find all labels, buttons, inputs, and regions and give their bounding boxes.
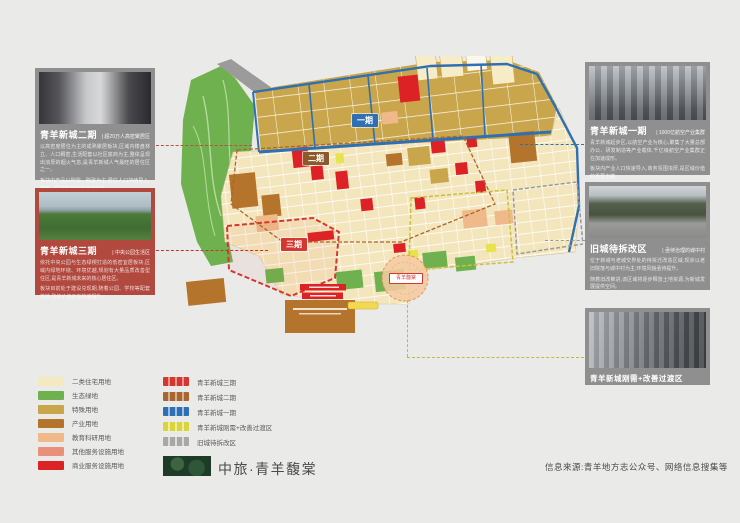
legend-label: 青羊新城刚需+改善过渡区 <box>197 422 272 432</box>
card-phase3-body1: 依托中央公园与生态绿楔打造的低密宜居板块,区域内绿地环绕、环境优越,规划有大量品… <box>40 260 150 283</box>
connector-transition-v <box>407 300 408 357</box>
card-phase3: 青羊新城三期 | 中央公园生活区 依托中央公园与生态绿楔打造的低密宜居板块,区域… <box>35 188 155 295</box>
swatch-green <box>38 391 64 400</box>
phase3-photo <box>39 192 151 240</box>
card-oldtown-body1: 位于新城与老城交界处的待拆迁改造区域,现状以老旧院落与城中村为主,环境风貌亟待提… <box>590 258 705 274</box>
swatch-special <box>38 405 64 414</box>
swatch-residential <box>38 377 64 386</box>
legend-zones: 青羊新城三期 青羊新城二期 青羊新城一期 青羊新城刚需+改善过渡区 旧城待拆改区 <box>163 374 272 449</box>
legend-row: 青羊新城一期 <box>163 404 272 419</box>
swatch-zone-phase3 <box>163 377 189 386</box>
legend-land-use: 二类住宅用地 生态绿地 特殊用地 产业用地 教育科研用地 其他服务设施用地 商业… <box>38 374 124 472</box>
legend-label: 教育科研用地 <box>72 432 111 442</box>
card-phase1-body2: 板块内产业人口快速导入,商务氛围浓厚,是区域价值的重要支撑。 <box>590 166 705 182</box>
card-phase3-subtitle: | 中央公园生活区 <box>112 249 150 256</box>
map-svg <box>163 56 583 362</box>
card-phase1-title: 青羊新城一期 <box>590 124 647 137</box>
card-phase3-title: 青羊新城三期 <box>40 244 97 257</box>
swatch-commercial <box>38 461 64 470</box>
legend-label: 青羊新城一期 <box>197 407 236 417</box>
legend-label: 其他服务设施用地 <box>72 446 124 456</box>
legend-label: 商业服务设施用地 <box>72 460 124 470</box>
swatch-zone-transition <box>163 422 189 431</box>
legend-label: 旧城待拆改区 <box>197 437 236 447</box>
legend-row: 其他服务设施用地 <box>38 444 124 458</box>
legend-row: 青羊新城刚需+改善过渡区 <box>163 419 272 434</box>
legend-row: 生态绿地 <box>38 388 124 402</box>
legend-label: 生态绿地 <box>72 390 98 400</box>
card-oldtown: 旧城待拆改区 | 亟待治理的城中村 位于新城与老城交界处的待拆迁改造区域,现状以… <box>585 182 710 290</box>
card-oldtown-title: 旧城待拆改区 <box>590 242 647 255</box>
phase3-badge: 三期 <box>281 238 307 251</box>
legend-row: 青羊新城三期 <box>163 374 272 389</box>
oldtown-photo <box>589 186 706 238</box>
connector-transition-h <box>407 357 584 358</box>
legend-row: 二类住宅用地 <box>38 374 124 388</box>
source-note: 信息来源:青羊地方志公众号、网络信息搜集等 <box>545 461 728 473</box>
brand-name: 中旅·青羊馥棠 <box>218 459 317 479</box>
card-phase1-body1: 青羊新城起步区,以航空产业为核心,聚集了大量总部办公、研发制造等产业载体,千亿级… <box>590 140 705 163</box>
legend-row: 产业用地 <box>38 416 124 430</box>
swatch-industry <box>38 419 64 428</box>
card-phase3-body2: 板块目前处于建设兑现期,随着公园、学校等配套落地,整体价值正在快速提升。 <box>40 286 150 302</box>
card-phase2: 青羊新城二期 | 超20万人高密聚居区 以高密度居住为主的成熟聚居板块,区域内楼… <box>35 68 155 180</box>
connector-phase3 <box>156 250 268 251</box>
project-label: 青羊馥棠 <box>389 273 423 284</box>
brand-satellite-thumb <box>163 456 211 476</box>
legend-row: 青羊新城二期 <box>163 389 272 404</box>
swatch-zone-phase2 <box>163 392 189 401</box>
swatch-education <box>38 433 64 442</box>
poster: 一期 二期 三期 青羊馥棠 青羊新城二期 | 超20万人高密聚居区 以高密度居住… <box>0 0 740 523</box>
transition-photo <box>589 312 706 368</box>
industry-center-block <box>285 300 355 333</box>
legend-label: 二类住宅用地 <box>72 376 111 386</box>
legend-row: 特殊用地 <box>38 402 124 416</box>
station-label <box>348 302 378 309</box>
card-transition-title: 青羊新城刚需+改善过渡区 <box>590 373 683 384</box>
card-phase2-body1: 以高密度居住为主的成熟聚居板块,区域内楼盘林立、人口稠密,生活配套以社区底商为主… <box>40 144 150 175</box>
phase1-badge: 一期 <box>352 114 378 127</box>
master-plan-map: 一期 二期 三期 青羊馥棠 <box>163 56 583 362</box>
swatch-other-service <box>38 447 64 456</box>
phase2-badge: 二期 <box>303 152 329 165</box>
card-phase2-subtitle: | 超20万人高密聚居区 <box>102 133 150 140</box>
legend-label: 青羊新城三期 <box>197 377 236 387</box>
card-phase1-subtitle: | 1000亿航空产业集群 <box>656 129 705 136</box>
swatch-zone-oldtown <box>163 437 189 446</box>
phase2-photo <box>39 72 151 124</box>
connector-oldtown <box>545 240 585 241</box>
card-phase2-title: 青羊新城二期 <box>40 128 97 141</box>
legend-label: 青羊新城二期 <box>197 392 236 402</box>
phase1-photo <box>589 66 706 120</box>
card-oldtown-subtitle: | 亟待治理的城中村 <box>662 247 705 254</box>
card-oldtown-body2: 随着旧改推进,该区域将逐步释放土地资源,为新城发展提供空间。 <box>590 277 705 293</box>
card-transition: 青羊新城刚需+改善过渡区 <box>585 308 710 385</box>
connector-phase1 <box>520 144 584 145</box>
legend-label: 特殊用地 <box>72 404 98 414</box>
legend-row: 教育科研用地 <box>38 430 124 444</box>
legend-row: 商业服务设施用地 <box>38 458 124 472</box>
legend-row: 旧城待拆改区 <box>163 434 272 449</box>
swatch-zone-phase1 <box>163 407 189 416</box>
connector-phase2 <box>156 145 252 146</box>
card-phase1: 青羊新城一期 | 1000亿航空产业集群 青羊新城起步区,以航空产业为核心,聚集… <box>585 62 710 175</box>
legend-label: 产业用地 <box>72 418 98 428</box>
